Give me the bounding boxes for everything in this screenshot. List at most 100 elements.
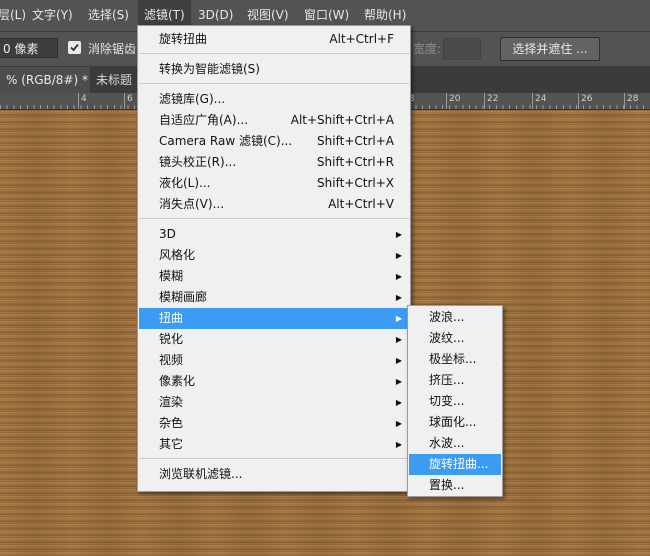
- menu-item-shortcut: Alt+Ctrl+F: [329, 32, 394, 46]
- menu-item-lens-correction[interactable]: 镜头校正(R)... Shift+Ctrl+R: [139, 152, 409, 173]
- menu-item-camera-raw[interactable]: Camera Raw 滤镜(C)... Shift+Ctrl+A: [139, 131, 409, 152]
- menu-item-noise[interactable]: 杂色 ▶: [139, 413, 409, 434]
- menu-item-shortcut: Shift+Ctrl+A: [317, 134, 394, 148]
- submenu-arrow-icon: ▶: [395, 230, 402, 239]
- menu-item-blur[interactable]: 模糊 ▶: [139, 266, 409, 287]
- menu-item-label: 扭曲: [159, 311, 184, 325]
- ruler-label: 22: [487, 94, 499, 104]
- menu-item-label: 渲染: [159, 395, 184, 409]
- menu-item-label: 转换为智能滤镜(S): [159, 62, 260, 76]
- menu-item-label: 浏览联机滤镜...: [159, 467, 243, 481]
- menu-item-label: 水波...: [429, 436, 465, 450]
- distort-submenu: 波浪... 波纹... 极坐标... 挤压... 切变... 球面化... 水波…: [407, 305, 503, 497]
- menu-item-label: 自适应广角(A)...: [159, 113, 249, 127]
- menu-item-label: 液化(L)...: [159, 176, 211, 190]
- menu-item-distort[interactable]: 扭曲 ▶: [139, 308, 409, 329]
- ruler-label: 20: [449, 94, 461, 104]
- select-and-mask-button[interactable]: 选择并遮住 ...: [500, 37, 600, 61]
- submenu-item-zigzag[interactable]: 水波...: [409, 433, 501, 454]
- submenu-item-polar-coordinates[interactable]: 极坐标...: [409, 349, 501, 370]
- menu-item-shortcut: Shift+Ctrl+X: [317, 176, 394, 190]
- menu-separator: [139, 458, 409, 459]
- menu-item-label: 杂色: [159, 416, 184, 430]
- antialias-label: 消除锯齿: [88, 42, 137, 56]
- submenu-arrow-icon: ▶: [395, 398, 402, 407]
- menu-item-blur-gallery[interactable]: 模糊画廊 ▶: [139, 287, 409, 308]
- submenu-item-wave[interactable]: 波浪...: [409, 307, 501, 328]
- menu-item-twirl-last[interactable]: 旋转扭曲 Alt+Ctrl+F: [139, 29, 409, 50]
- ruler-label: 28: [627, 94, 639, 104]
- menu-item-shortcut: Shift+Ctrl+R: [316, 155, 394, 169]
- menu-item-3d[interactable]: 3D ▶: [139, 224, 409, 245]
- antialias-checkbox[interactable]: [68, 41, 81, 54]
- menu-item-label: 模糊画廊: [159, 290, 208, 304]
- menu-item-label: 极坐标...: [429, 352, 477, 366]
- ruler-label: 26: [581, 94, 593, 104]
- menu-item-vanishing-point[interactable]: 消失点(V)... Alt+Ctrl+V: [139, 194, 409, 215]
- menu-item-label: 消失点(V)...: [159, 197, 225, 211]
- ruler-label: 24: [535, 94, 547, 104]
- feather-field[interactable]: 0 像素: [0, 38, 58, 58]
- menu-select[interactable]: 选择(S): [82, 0, 135, 31]
- submenu-arrow-icon: ▶: [395, 440, 402, 449]
- menu-item-render[interactable]: 渲染 ▶: [139, 392, 409, 413]
- submenu-item-pinch[interactable]: 挤压...: [409, 370, 501, 391]
- menu-item-label: 挤压...: [429, 373, 465, 387]
- submenu-item-twirl[interactable]: 旋转扭曲...: [409, 454, 501, 475]
- submenu-item-spherize[interactable]: 球面化...: [409, 412, 501, 433]
- width-label: 宽度:: [413, 42, 442, 56]
- menu-item-label: 视频: [159, 353, 184, 367]
- menu-item-adaptive-wide-angle[interactable]: 自适应广角(A)... Alt+Shift+Ctrl+A: [139, 110, 409, 131]
- menu-item-label: 旋转扭曲...: [429, 457, 489, 471]
- menu-item-label: 风格化: [159, 248, 196, 262]
- submenu-arrow-icon: ▶: [395, 356, 402, 365]
- menu-item-shortcut: Alt+Ctrl+V: [328, 197, 394, 211]
- submenu-item-shear[interactable]: 切变...: [409, 391, 501, 412]
- menu-separator: [139, 53, 409, 54]
- menu-separator: [139, 218, 409, 219]
- ruler-label: 4: [81, 94, 87, 104]
- menu-item-label: 滤镜库(G)...: [159, 92, 226, 106]
- submenu-item-ripple[interactable]: 波纹...: [409, 328, 501, 349]
- menu-item-label: 镜头校正(R)...: [159, 155, 237, 169]
- menu-item-liquify[interactable]: 液化(L)... Shift+Ctrl+X: [139, 173, 409, 194]
- menu-item-label: Camera Raw 滤镜(C)...: [159, 134, 293, 148]
- tab-document-2-label: 未标题: [96, 73, 133, 87]
- menu-item-browse-online-filters[interactable]: 浏览联机滤镜...: [139, 464, 409, 485]
- menu-item-convert-smart-filter[interactable]: 转换为智能滤镜(S): [139, 59, 409, 80]
- menu-item-shortcut: Alt+Shift+Ctrl+A: [290, 113, 394, 127]
- menu-item-label: 波纹...: [429, 331, 465, 345]
- menu-item-stylize[interactable]: 风格化 ▶: [139, 245, 409, 266]
- submenu-arrow-icon: ▶: [395, 251, 402, 260]
- tab-document-1[interactable]: % (RGB/8#) *×: [0, 67, 104, 93]
- menu-item-label: 像素化: [159, 374, 196, 388]
- menu-item-label: 切变...: [429, 394, 465, 408]
- ruler-label: 6: [127, 94, 133, 104]
- menu-separator: [139, 83, 409, 84]
- check-icon: [70, 43, 79, 52]
- submenu-arrow-icon: ▶: [395, 272, 402, 281]
- submenu-arrow-icon: ▶: [395, 335, 402, 344]
- menu-type[interactable]: 文字(Y): [26, 0, 79, 31]
- menu-item-label: 模糊: [159, 269, 184, 283]
- menu-item-label: 球面化...: [429, 415, 477, 429]
- submenu-arrow-icon: ▶: [395, 377, 402, 386]
- submenu-item-displace[interactable]: 置换...: [409, 475, 501, 496]
- menu-item-video[interactable]: 视频 ▶: [139, 350, 409, 371]
- submenu-arrow-icon: ▶: [395, 293, 402, 302]
- filter-menu: 旋转扭曲 Alt+Ctrl+F 转换为智能滤镜(S) 滤镜库(G)... 自适应…: [137, 25, 411, 492]
- tab-document-1-label: % (RGB/8#) *: [6, 73, 88, 87]
- menu-item-label: 旋转扭曲: [159, 32, 208, 46]
- width-field[interactable]: [443, 38, 481, 60]
- menu-item-label: 锐化: [159, 332, 184, 346]
- menu-item-label: 置换...: [429, 478, 465, 492]
- submenu-arrow-icon: ▶: [395, 314, 402, 323]
- menu-item-label: 其它: [159, 437, 184, 451]
- menu-item-label: 波浪...: [429, 310, 465, 324]
- menu-item-label: 3D: [159, 227, 176, 241]
- submenu-arrow-icon: ▶: [395, 419, 402, 428]
- menu-item-other[interactable]: 其它 ▶: [139, 434, 409, 455]
- menu-item-filter-gallery[interactable]: 滤镜库(G)...: [139, 89, 409, 110]
- menu-item-pixelate[interactable]: 像素化 ▶: [139, 371, 409, 392]
- menu-item-sharpen[interactable]: 锐化 ▶: [139, 329, 409, 350]
